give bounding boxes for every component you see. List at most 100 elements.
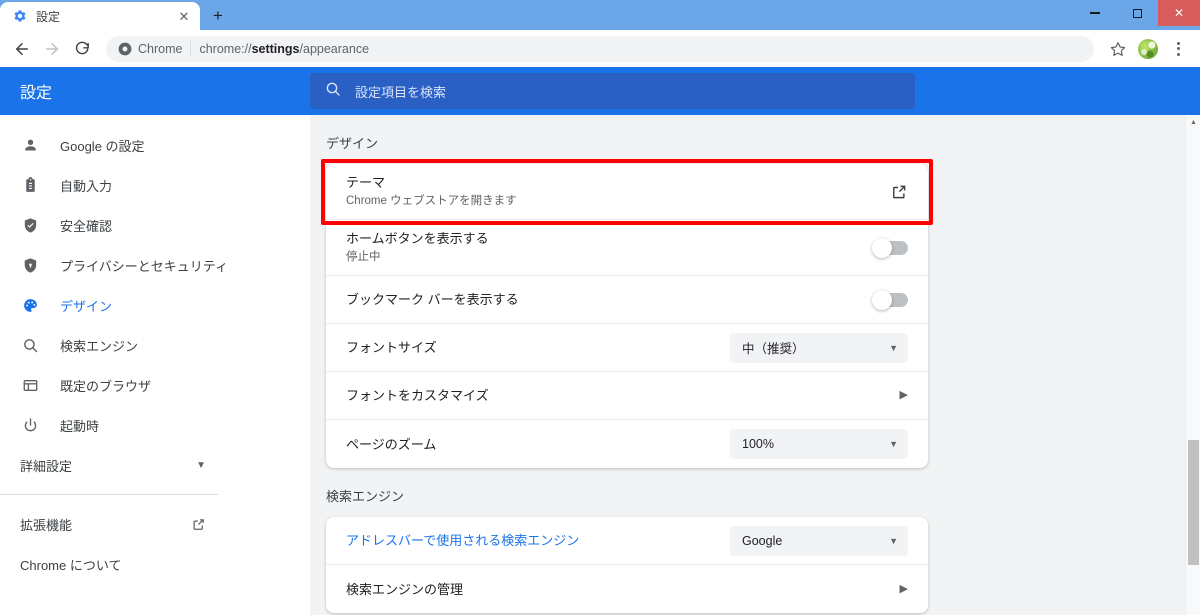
sidebar-divider [0, 494, 218, 495]
row-show-home-button[interactable]: ホームボタンを表示する 停止中 [326, 220, 928, 276]
row-title: ページのズーム [346, 436, 437, 452]
reload-icon[interactable] [68, 35, 96, 63]
shield-check-icon [20, 217, 40, 234]
sidebar-item-advanced[interactable]: 詳細設定 ▼ [0, 445, 310, 485]
minimize-button[interactable] [1074, 0, 1116, 26]
sidebar-item-label: Google の設定 [60, 138, 145, 154]
row-title: テーマ [346, 175, 386, 190]
shield-lock-icon [20, 257, 40, 274]
settings-header: 設定 設定項目を検索 [0, 67, 1200, 115]
row-subtitle: Chrome ウェブストアを開きます [346, 195, 517, 207]
toggle-show-home-button[interactable] [872, 237, 908, 258]
row-title: フォントをカスタマイズ [346, 388, 489, 403]
sidebar-item-privacy-security[interactable]: プライバシーとセキュリティ [0, 245, 310, 285]
power-icon [20, 417, 40, 434]
sidebar-item-search-engine[interactable]: 検索エンジン [0, 325, 310, 365]
toggle-show-bookmarks-bar[interactable] [872, 289, 908, 310]
settings-search-input[interactable]: 設定項目を検索 [310, 73, 915, 109]
kebab-menu-icon[interactable] [1164, 35, 1192, 63]
section-title-search-engine: 検索エンジン [326, 489, 405, 504]
select-default-search-engine[interactable]: Google ▼ [730, 525, 908, 556]
row-show-bookmarks-bar[interactable]: ブックマーク バーを表示する [326, 276, 928, 324]
row-title: ホームボタンを表示する [346, 231, 489, 246]
back-icon[interactable] [8, 35, 36, 63]
scrollbar-thumb[interactable] [1188, 440, 1199, 565]
appearance-card: テーマ Chrome ウェブストアを開きます ホームボタンを表示する 停止中 ブ… [326, 164, 928, 468]
close-button[interactable]: ✕ [1158, 0, 1200, 26]
chrome-logo-icon [118, 42, 132, 55]
select-font-size[interactable]: 中（推奨） ▼ [730, 332, 908, 363]
avatar [1138, 38, 1158, 59]
select-value: Google [742, 533, 783, 548]
clipboard-icon [20, 176, 40, 194]
row-title: フォントサイズ [346, 340, 437, 355]
select-page-zoom[interactable]: 100% ▼ [730, 429, 908, 459]
row-page-zoom[interactable]: ページのズーム 100% ▼ [326, 420, 928, 468]
site-identity-label: Chrome [138, 41, 183, 56]
sidebar-item-default-browser[interactable]: 既定のブラウザ [0, 365, 310, 405]
select-value: 100% [742, 437, 774, 451]
sidebar-item-about-chrome[interactable]: Chrome について [0, 544, 310, 584]
omnibox-separator [190, 41, 192, 56]
scroll-up-arrow[interactable]: ▲ [1186, 115, 1200, 130]
sidebar-item-extensions[interactable]: 拡張機能 [0, 504, 310, 544]
settings-main-panel: デザイン テーマ Chrome ウェブストアを開きます ホームボタンを表示する … [310, 115, 1200, 615]
settings-search-placeholder: 設定項目を検索 [355, 84, 447, 100]
gear-icon [12, 8, 28, 24]
profile-avatar[interactable] [1134, 35, 1162, 63]
sidebar-item-on-startup[interactable]: 起動時 [0, 405, 310, 445]
chevron-down-icon: ▼ [889, 342, 898, 353]
new-tab-button[interactable]: + [204, 2, 232, 30]
select-value: 中（推奨） [742, 342, 805, 356]
toggle-knob [872, 237, 892, 258]
tab-close-icon[interactable]: ✕ [176, 8, 192, 24]
palette-icon [20, 297, 40, 314]
tab-strip: 設定 ✕ + ✕ [0, 0, 1200, 30]
row-title: ブックマーク バーを表示する [346, 292, 519, 307]
window-controls: ✕ [1074, 0, 1200, 26]
address-bar[interactable]: Chrome chrome://settings/appearance [106, 35, 1094, 62]
chevron-right-icon: ▶ [899, 389, 908, 401]
sidebar-item-google[interactable]: Google の設定 [0, 125, 310, 165]
row-default-search-engine[interactable]: アドレスバーで使用される検索エンジン Google ▼ [326, 517, 928, 565]
sidebar-item-safety-check[interactable]: 安全確認 [0, 205, 310, 245]
vertical-scrollbar[interactable]: ▲ [1185, 115, 1200, 615]
chevron-down-icon: ▼ [889, 439, 898, 449]
person-icon [20, 137, 40, 154]
sidebar-advanced-label: 詳細設定 [20, 458, 73, 474]
sidebar-item-label: 自動入力 [60, 178, 113, 194]
external-link-icon[interactable] [890, 183, 908, 201]
row-customize-fonts[interactable]: フォントをカスタマイズ ▶ [326, 372, 928, 420]
row-font-size[interactable]: フォントサイズ 中（推奨） ▼ [326, 324, 928, 372]
settings-sidebar: Google の設定 自動入力 安全確認 プライバシーとセキュリティ デザイン … [0, 115, 310, 615]
settings-search-wrapper: 設定項目を検索 [310, 73, 1200, 109]
browser-window-icon [20, 377, 40, 394]
external-link-icon [191, 517, 206, 532]
sidebar-item-label: デザイン [60, 298, 113, 314]
row-manage-search-engines[interactable]: 検索エンジンの管理 ▶ [326, 565, 928, 613]
sidebar-item-autofill[interactable]: 自動入力 [0, 165, 310, 205]
sidebar-item-label: 起動時 [60, 418, 100, 434]
sidebar-item-label: 既定のブラウザ [60, 378, 152, 394]
row-theme[interactable]: テーマ Chrome ウェブストアを開きます [326, 164, 928, 220]
sidebar-item-appearance[interactable]: デザイン [0, 285, 310, 325]
search-icon [20, 337, 40, 354]
search-icon [325, 81, 341, 102]
search-engine-card: アドレスバーで使用される検索エンジン Google ▼ 検索エンジンの管理 ▶ [326, 517, 928, 613]
settings-brand-title: 設定 [20, 85, 53, 102]
sidebar-extensions-label: 拡張機能 [20, 517, 73, 533]
row-title: アドレスバーで使用される検索エンジン [346, 533, 580, 548]
browser-window: 設定 ✕ + ✕ Chrome chrome://settings/appear… [0, 0, 1200, 615]
toggle-knob [872, 289, 892, 310]
sidebar-about-label: Chrome について [20, 557, 122, 573]
bookmark-star-icon[interactable] [1104, 35, 1132, 63]
sidebar-item-label: 検索エンジン [60, 338, 139, 354]
forward-icon[interactable] [38, 35, 66, 63]
chevron-down-icon: ▼ [889, 535, 898, 546]
section-title-appearance: デザイン [326, 136, 379, 151]
tab-title: 設定 [36, 9, 61, 24]
omnibox-url: chrome://settings/appearance [199, 41, 370, 56]
browser-tab-settings[interactable]: 設定 ✕ [0, 2, 200, 30]
maximize-button[interactable] [1116, 0, 1158, 26]
chevron-down-icon: ▼ [196, 459, 206, 471]
